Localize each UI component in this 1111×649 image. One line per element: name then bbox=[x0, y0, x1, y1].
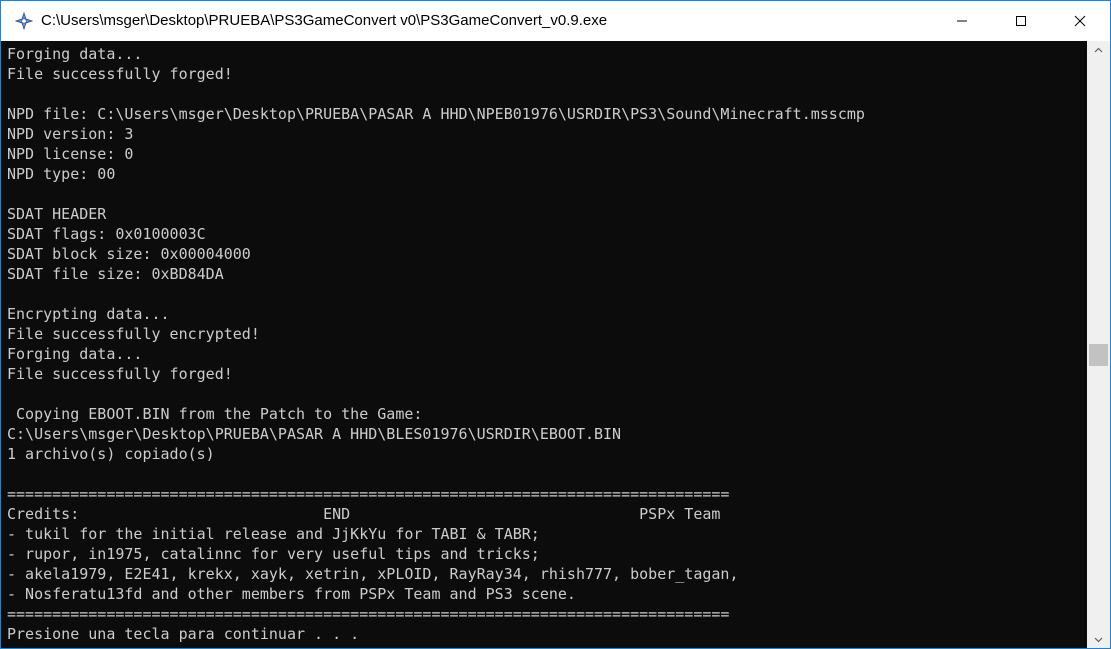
maximize-button[interactable] bbox=[991, 1, 1050, 41]
console-line: SDAT HEADER bbox=[7, 205, 107, 223]
console-line: - rupor, in1975, catalinnc for very usef… bbox=[7, 545, 540, 563]
console-line: - tukil for the initial release and JjKk… bbox=[7, 525, 540, 543]
console-line: File successfully forged! bbox=[7, 365, 233, 383]
console-output[interactable]: Forging data... File successfully forged… bbox=[1, 41, 1087, 648]
console-line: Encrypting data... bbox=[7, 305, 170, 323]
console-line: SDAT block size: 0x00004000 bbox=[7, 245, 251, 263]
console-window: C:\Users\msger\Desktop\PRUEBA\PS3GameCon… bbox=[0, 0, 1111, 649]
maximize-icon bbox=[1015, 16, 1026, 26]
console-line: SDAT file size: 0xBD84DA bbox=[7, 265, 224, 283]
console-line: NPD version: 3 bbox=[7, 125, 134, 143]
console-line: NPD type: 00 bbox=[7, 165, 116, 183]
console-line: NPD license: 0 bbox=[7, 145, 134, 163]
scroll-down-button[interactable] bbox=[1087, 631, 1110, 648]
minimize-button[interactable] bbox=[932, 1, 991, 41]
console-line: Presione una tecla para continuar . . . bbox=[7, 625, 360, 643]
window-title: C:\Users\msger\Desktop\PRUEBA\PS3GameCon… bbox=[41, 12, 608, 29]
title-bar[interactable]: C:\Users\msger\Desktop\PRUEBA\PS3GameCon… bbox=[1, 1, 1110, 41]
console-line: Copying EBOOT.BIN from the Patch to the … bbox=[7, 405, 423, 423]
vertical-scrollbar[interactable] bbox=[1087, 41, 1110, 648]
console-line: C:\Users\msger\Desktop\PRUEBA\PASAR A HH… bbox=[7, 425, 622, 443]
console-line: NPD file: C:\Users\msger\Desktop\PRUEBA\… bbox=[7, 105, 865, 123]
console-line: Forging data... bbox=[7, 345, 143, 363]
console-line: File successfully encrypted! bbox=[7, 325, 260, 343]
console-line: - Nosferatu13fd and other members from P… bbox=[7, 585, 576, 603]
minimize-icon bbox=[956, 20, 967, 22]
close-icon bbox=[1074, 15, 1085, 27]
console-line: Credits: END PSPx Team bbox=[7, 505, 721, 523]
close-button[interactable] bbox=[1050, 1, 1109, 41]
console-text: Forging data... File successfully forged… bbox=[1, 41, 1087, 644]
console-line: SDAT flags: 0x0100003C bbox=[7, 225, 206, 243]
scrollbar-thumb[interactable] bbox=[1089, 344, 1108, 366]
console-line: ========================================… bbox=[7, 605, 730, 623]
chevron-up-icon bbox=[1094, 47, 1103, 52]
console-line: 1 archivo(s) copiado(s) bbox=[7, 445, 215, 463]
scroll-up-button[interactable] bbox=[1087, 41, 1110, 58]
console-line: Forging data... bbox=[7, 45, 143, 63]
console-line: File successfully forged! bbox=[7, 65, 233, 83]
app-icon[interactable] bbox=[14, 11, 34, 31]
console-line: - akela1979, E2E41, krekx, xayk, xetrin,… bbox=[7, 565, 739, 583]
console-line: ========================================… bbox=[7, 485, 730, 503]
chevron-down-icon bbox=[1094, 637, 1103, 642]
